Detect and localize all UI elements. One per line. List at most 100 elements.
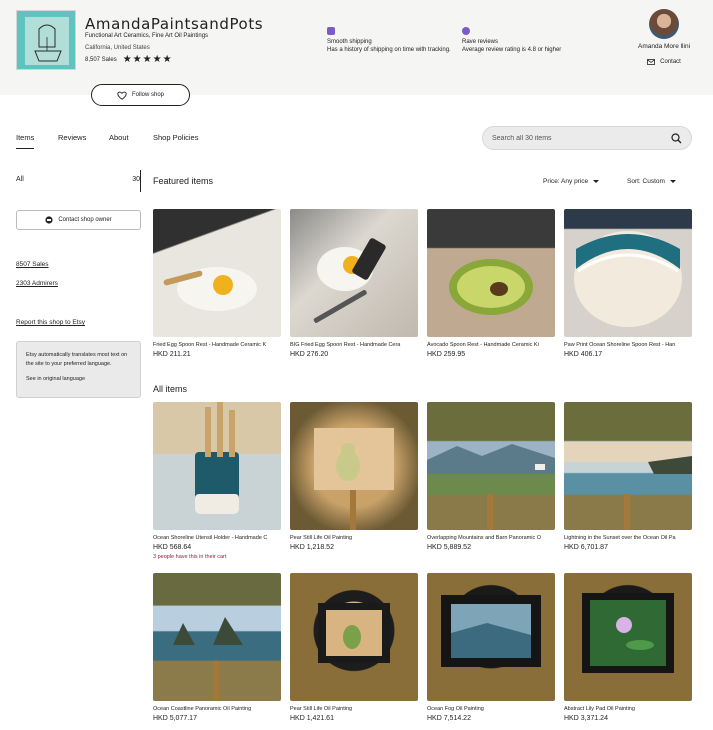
item-card[interactable]: Ocean Shoreline Utensil Holder - Handmad… — [153, 402, 281, 560]
feature-title: Rave reviews — [462, 39, 499, 45]
product-title: Paw Print Ocean Shoreline Spoon Rest - H… — [564, 342, 676, 348]
tab-reviews[interactable]: Reviews — [58, 133, 86, 142]
product-price: HKD 406.17 — [564, 351, 603, 358]
sort-label: Sort: Custom — [627, 178, 665, 185]
item-card[interactable]: Abstract Lily Pad Oil Painting HKD 3,371… — [564, 573, 692, 722]
price-filter-label: Price: Any price — [543, 178, 589, 185]
feature-description: Average review rating is 4.8 or higher — [462, 47, 562, 53]
feature-rave-reviews: Rave reviews Average review rating is 4.… — [462, 27, 561, 53]
item-card[interactable]: Pear Still Life Oil Painting HKD 1,218.5… — [290, 402, 418, 551]
sales-rating: 8,507 Sales ★ ★ ★ ★ ★ — [85, 55, 172, 65]
feature-title: Smooth shipping — [327, 39, 372, 45]
product-image[interactable] — [564, 209, 692, 337]
item-card[interactable]: Pear Still Life Oil Painting HKD 1,421.6… — [290, 573, 418, 722]
product-title: BIG Fried Egg Spoon Rest - Handmade Cera — [290, 342, 401, 348]
star-icon: ★ — [152, 54, 162, 65]
translation-notice: Etsy automatically translates most text … — [16, 341, 141, 398]
product-price: HKD 211.21 — [153, 351, 191, 358]
all-items-title: All items — [153, 384, 188, 394]
featured-item-card[interactable]: Paw Print Ocean Shoreline Spoon Rest - H… — [564, 209, 692, 358]
product-image[interactable] — [564, 402, 692, 530]
product-title: Fried Egg Spoon Rest - Handmade Ceramic … — [153, 342, 267, 348]
item-card[interactable]: Overlapping Mountains and Barn Panoramic… — [427, 402, 555, 551]
tab-shop-policies[interactable]: Shop Policies — [153, 133, 198, 142]
product-title: Pear Still Life Oil Painting — [290, 706, 353, 712]
product-price: HKD 7,514.22 — [427, 715, 471, 722]
product-image[interactable] — [290, 209, 418, 337]
cart-notice: 3 people have this in their cart — [153, 554, 227, 560]
sort-dropdown[interactable]: Sort: Custom — [627, 178, 676, 185]
tab-items[interactable]: Items — [16, 133, 35, 149]
product-title: Ocean Fog Oil Painting — [427, 706, 484, 712]
sidebar-divider — [140, 170, 141, 192]
product-image[interactable] — [290, 402, 418, 530]
product-image[interactable] — [290, 573, 418, 701]
product-price: HKD 276.20 — [290, 351, 329, 358]
tab-about[interactable]: About — [109, 133, 129, 142]
item-card[interactable]: Lightning in the Sunset over the Ocean O… — [564, 402, 692, 551]
product-price: HKD 3,371.24 — [564, 715, 608, 722]
sidebar-item-count: 30 — [132, 176, 140, 183]
item-card[interactable]: Ocean Coastline Panoramic Oil Painting H… — [153, 573, 281, 722]
caret-down-icon — [593, 180, 600, 183]
shop-location: California, United States — [85, 45, 150, 51]
shop-name: AmandaPaintsandPots — [85, 15, 264, 33]
search-bar — [482, 126, 692, 150]
product-price: HKD 5,889.52 — [427, 544, 471, 551]
star-icon: ★ — [122, 54, 132, 65]
star-rating[interactable]: ★ ★ ★ ★ ★ — [123, 55, 172, 65]
item-card[interactable]: Ocean Fog Oil Painting HKD 7,514.22 — [427, 573, 555, 722]
owner-name[interactable]: Amanda More llini — [633, 43, 695, 50]
search-icon[interactable] — [671, 132, 682, 144]
sidebar-item-label: All — [16, 176, 24, 183]
see-original-language-link[interactable]: See in original language — [26, 375, 131, 384]
contact-shop-owner-label: Contact shop owner — [58, 217, 112, 223]
product-title: Ocean Shoreline Utensil Holder - Handmad… — [153, 535, 268, 541]
search-input[interactable] — [492, 134, 671, 142]
product-image[interactable] — [427, 402, 555, 530]
shop-tagline: Functional Art Ceramics, Fine Art Oil Pa… — [85, 33, 209, 39]
product-image[interactable] — [153, 573, 281, 701]
chat-icon — [45, 216, 53, 224]
product-image[interactable] — [564, 573, 692, 701]
shipping-truck-icon — [327, 27, 335, 35]
product-title: Pear Still Life Oil Painting — [290, 535, 353, 541]
avatar[interactable] — [649, 9, 679, 39]
featured-item-card[interactable]: Fried Egg Spoon Rest - Handmade Ceramic … — [153, 209, 281, 358]
product-image[interactable] — [427, 209, 555, 337]
star-icon: ★ — [162, 54, 172, 65]
featured-item-card[interactable]: Avocado Spoon Rest - Handmade Ceramic Ki… — [427, 209, 555, 358]
product-image[interactable] — [153, 209, 281, 337]
star-icon: ★ — [142, 54, 152, 65]
product-title: Lightning in the Sunset over the Ocean O… — [564, 535, 676, 541]
contact-label: Contact — [660, 59, 681, 65]
mail-icon — [647, 59, 656, 65]
heart-icon — [117, 91, 127, 100]
translation-text: Etsy automatically translates most text … — [26, 352, 128, 367]
follow-shop-button[interactable]: Follow shop — [91, 84, 190, 106]
product-image[interactable] — [153, 402, 281, 530]
product-price: HKD 6,701.87 — [564, 544, 608, 551]
contact-link[interactable]: Contact — [633, 59, 695, 65]
product-title: Avocado Spoon Rest - Handmade Ceramic Ki — [427, 342, 539, 348]
star-icon: ★ — [132, 54, 142, 65]
product-title: Overlapping Mountains and Barn Panoramic… — [427, 535, 542, 541]
feature-description: Has a history of shipping on time with t… — [327, 47, 451, 53]
sales-link[interactable]: 8507 Sales — [16, 261, 49, 268]
product-image[interactable] — [427, 573, 555, 701]
sidebar-item-all[interactable]: All 30 — [16, 176, 140, 183]
sales-count: 8,507 Sales — [85, 57, 117, 63]
shop-owner: Amanda More llini Contact — [633, 9, 695, 65]
shop-logo[interactable] — [16, 10, 76, 70]
product-price: HKD 568.64 — [153, 544, 192, 551]
follow-label: Follow shop — [131, 92, 164, 98]
feature-smooth-shipping: Smooth shipping Has a history of shippin… — [327, 27, 451, 53]
featured-items-title: Featured items — [153, 176, 214, 186]
featured-item-card[interactable]: BIG Fried Egg Spoon Rest - Handmade Cera… — [290, 209, 418, 358]
admirers-link[interactable]: 2303 Admirers — [16, 280, 58, 287]
contact-shop-owner-button[interactable]: Contact shop owner — [16, 210, 141, 230]
rave-badge-icon — [462, 27, 470, 35]
price-filter-dropdown[interactable]: Price: Any price — [543, 178, 600, 185]
report-shop-link[interactable]: Report this shop to Etsy — [16, 319, 85, 326]
product-price: HKD 1,421.61 — [290, 715, 334, 722]
